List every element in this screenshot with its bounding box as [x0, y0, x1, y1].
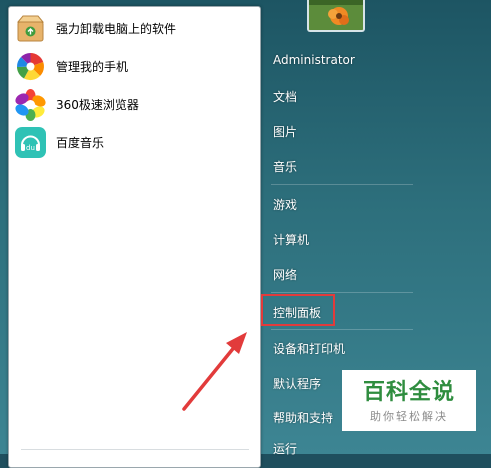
watermark-subtitle: 助你轻松解决: [370, 410, 448, 423]
start-menu: 强力卸载电脑上的软件 管理我的手机 360极速浏览器 du 百度音乐 Admin…: [0, 0, 491, 468]
watermark-title: 百科全说: [362, 380, 455, 405]
watermark-badge: 百科全说 助你轻松解决: [342, 370, 476, 431]
